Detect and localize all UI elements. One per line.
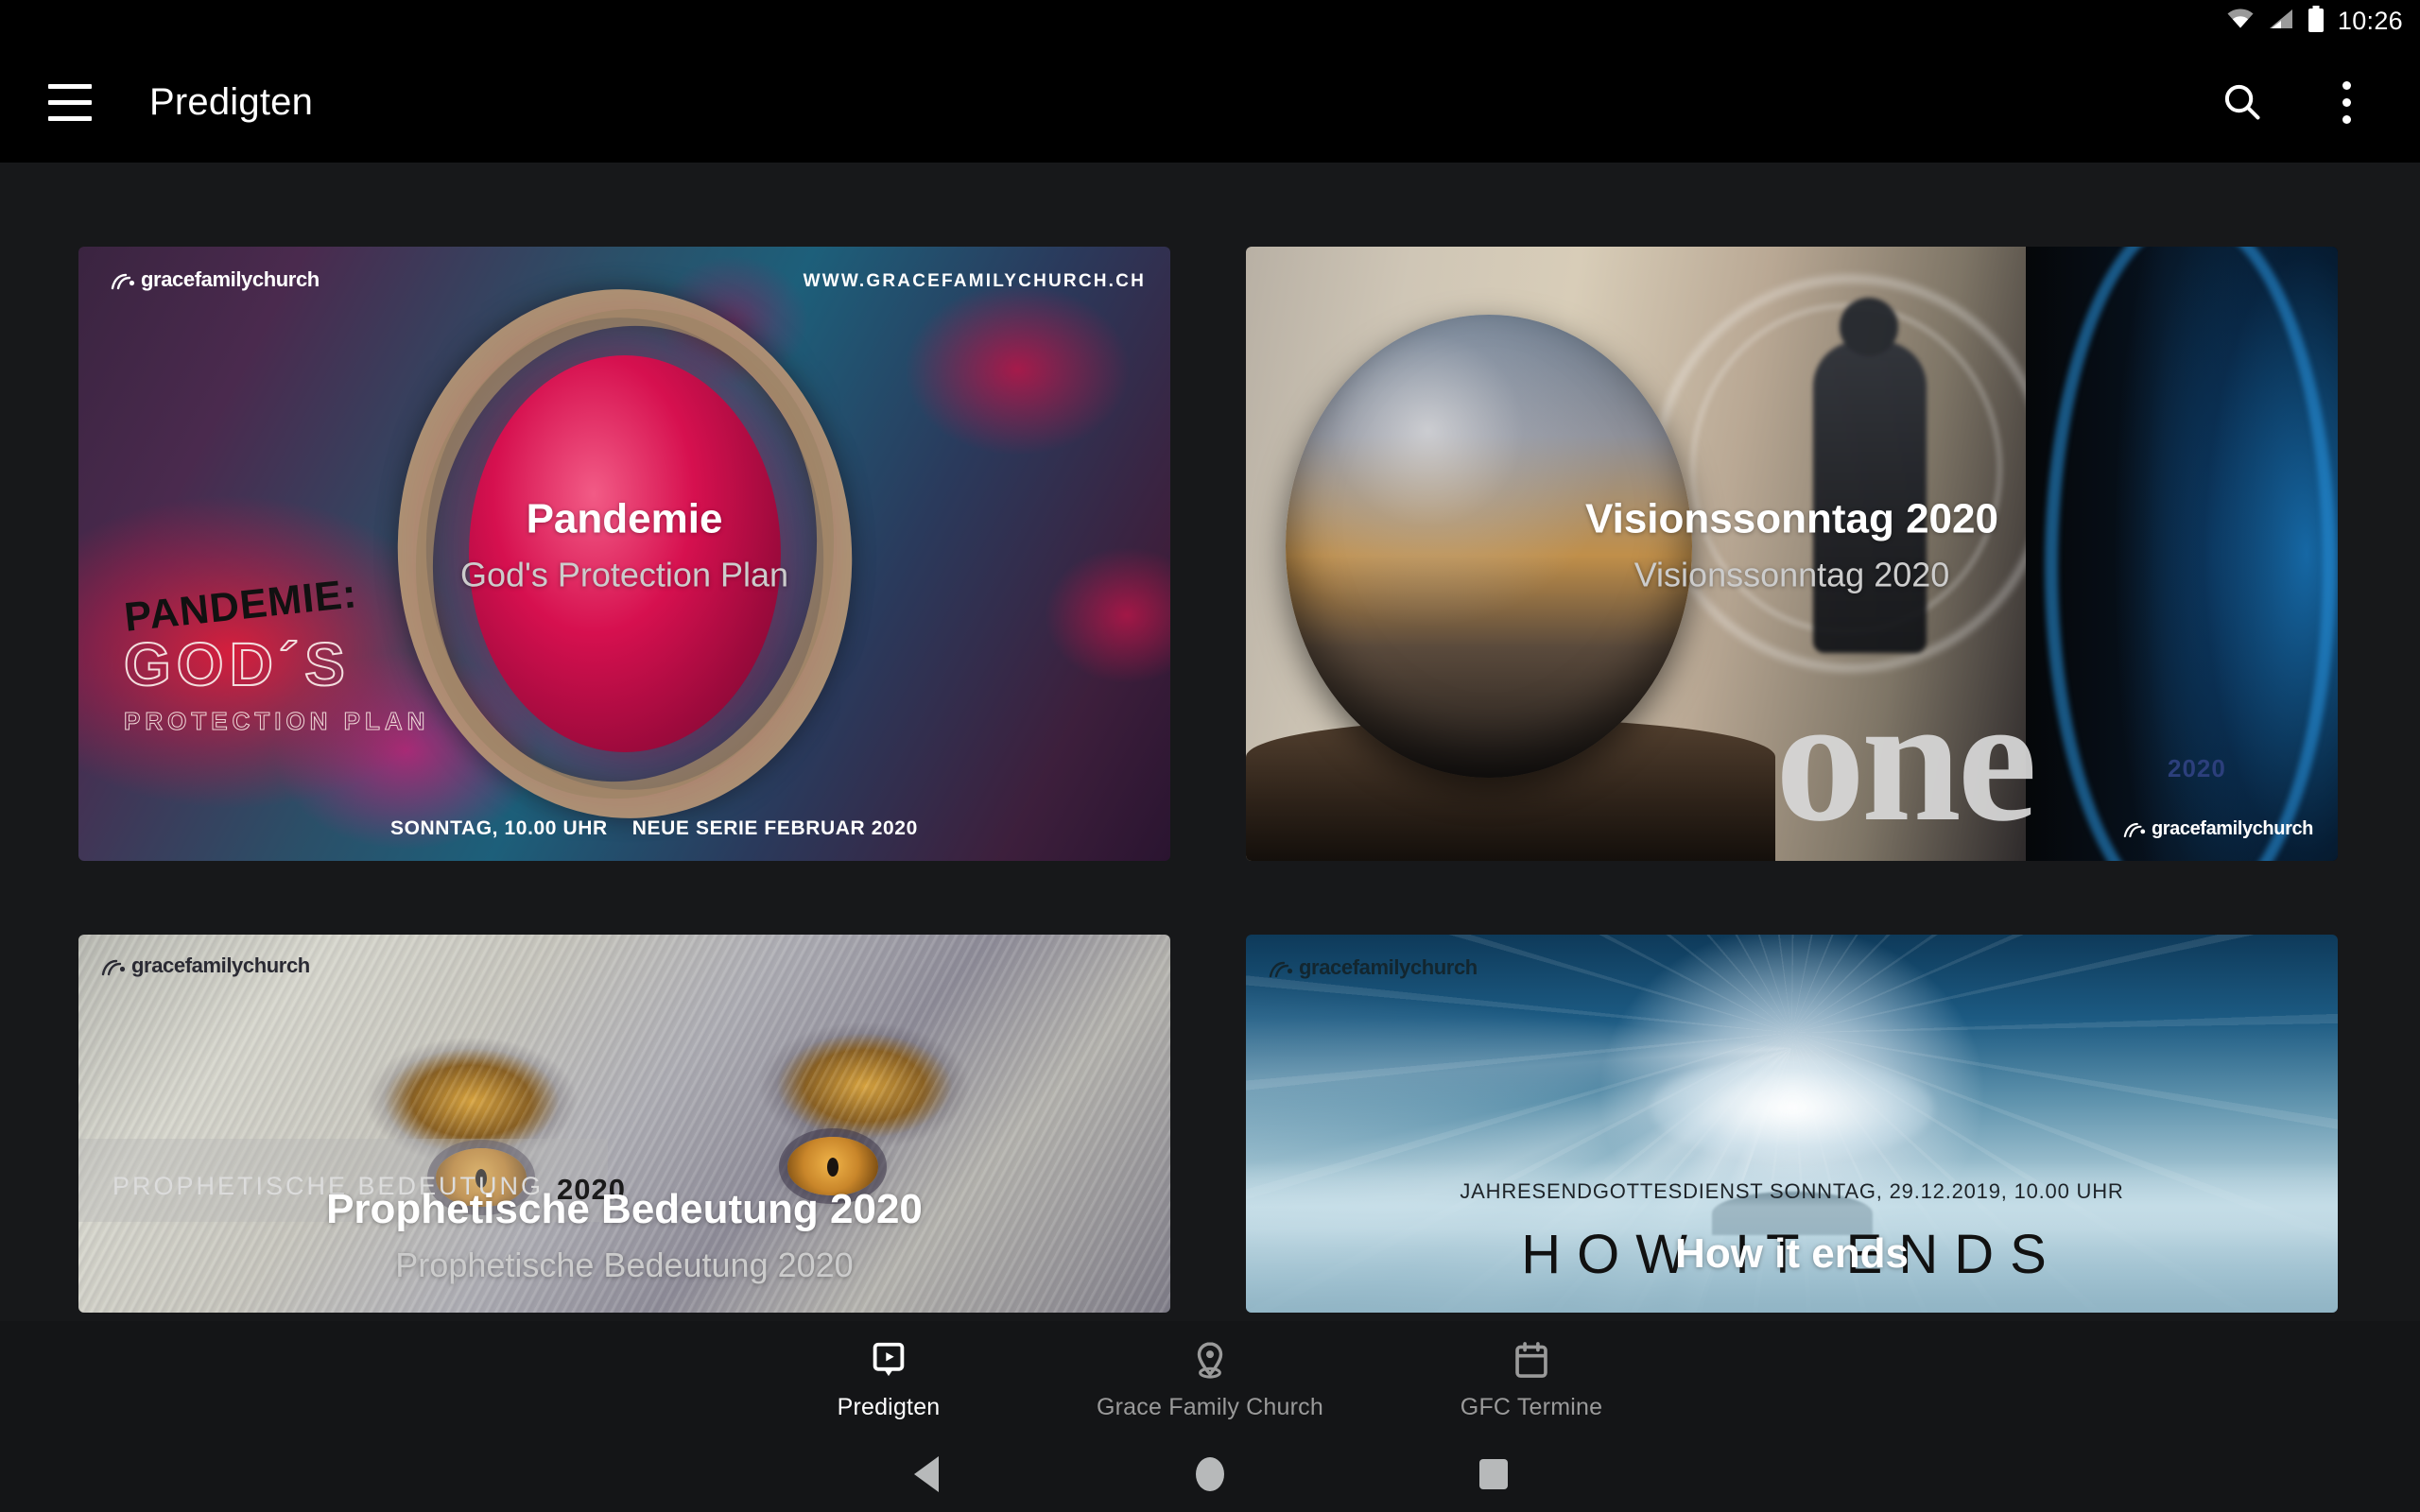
page-title: Predigten	[149, 80, 314, 123]
sermon-artwork-prophetische: gracefamilychurch PROPHETISCHE BEDEUTUNG…	[78, 935, 1170, 1313]
artwork-url: WWW.GRACEFAMILYCHURCH.CH	[803, 271, 1146, 291]
logo-wordmark: gracefamilychurch	[131, 954, 310, 977]
sermon-artwork-how-it-ends: gracefamilychurch JAHRESENDGOTTESDIENST …	[1246, 935, 2338, 1313]
tab-predigten[interactable]: Predigten	[728, 1321, 1049, 1436]
tab-grace-family-church[interactable]: Grace Family Church	[1049, 1321, 1371, 1436]
tab-label: Grace Family Church	[1097, 1393, 1323, 1420]
artwork-year: 2020	[2168, 754, 2226, 782]
app-bar-actions	[2204, 64, 2420, 140]
search-icon[interactable]	[2204, 64, 2280, 140]
hamburger-menu-icon[interactable]	[26, 59, 113, 146]
home-circle-icon[interactable]	[1068, 1436, 1352, 1512]
logo-wordmark: gracefamilychurch	[141, 267, 320, 291]
android-system-nav	[0, 1436, 2420, 1512]
cellular-signal-icon	[2268, 8, 2294, 35]
recents-square-icon[interactable]	[1352, 1436, 1635, 1512]
sermon-artwork-visionssonntag: one 2020 gracefamilychurch	[1246, 247, 2338, 861]
artwork-footer-left: SONNTAG, 10.00 UHR	[390, 817, 608, 839]
artwork-footer: SONNTAG, 10.00 UHR NEUE SERIE FEBRUAR 20…	[390, 817, 918, 840]
calendar-icon	[1510, 1337, 1553, 1384]
sermon-grid: gracefamilychurch WWW.GRACEFAMILYCHURCH.…	[78, 247, 2338, 1313]
artwork-headline-2: GOD´S	[123, 629, 351, 699]
video-presentation-icon	[867, 1337, 910, 1384]
bottom-tab-bar: Predigten Grace Family Church GFC Termin…	[0, 1321, 2420, 1436]
glass-sphere-shape	[1286, 315, 1692, 778]
gracefamilychurch-logo: gracefamilychurch	[2123, 818, 2313, 840]
hamburger-bar	[48, 115, 92, 121]
overflow-menu-icon[interactable]	[2308, 64, 2384, 140]
sermon-card[interactable]: gracefamilychurch JAHRESENDGOTTESDIENST …	[1246, 935, 2338, 1313]
battery-icon	[2308, 5, 2325, 37]
artwork-headline-3: PROTECTION PLAN	[123, 707, 430, 736]
sermon-card[interactable]: gracefamilychurch WWW.GRACEFAMILYCHURCH.…	[78, 247, 1170, 861]
sermon-card[interactable]: one 2020 gracefamilychurch Visionssonnta…	[1246, 247, 2338, 861]
lion-fur-texture	[78, 935, 1170, 1313]
hamburger-bar	[48, 99, 92, 105]
app-screen: 10:26 Predigten gracefamilychurch WWW.GR…	[0, 0, 2420, 1512]
wifi-icon	[2226, 8, 2255, 35]
status-clock: 10:26	[2337, 6, 2403, 35]
tab-label: GFC Termine	[1460, 1393, 1603, 1420]
artwork-headline: HOW IT ENDS	[1521, 1224, 2063, 1285]
artwork-wordmark: one	[1775, 660, 2037, 859]
logo-wordmark: gracefamilychurch	[1299, 955, 1478, 979]
location-pin-icon	[1188, 1337, 1232, 1384]
logo-wordmark: gracefamilychurch	[2151, 818, 2313, 839]
tab-label: Predigten	[837, 1393, 941, 1420]
content-area: gracefamilychurch WWW.GRACEFAMILYCHURCH.…	[0, 163, 2420, 1512]
sermon-artwork-pandemie: gracefamilychurch WWW.GRACEFAMILYCHURCH.…	[78, 247, 1170, 861]
artwork-year: 2020	[557, 1173, 626, 1206]
hamburger-bar	[48, 83, 92, 89]
artwork-headline-block: PANDEMIE: GOD´S PROTECTION PLAN	[122, 571, 430, 736]
artwork-date-line: JAHRESENDGOTTESDIENST SONNTAG, 29.12.201…	[1460, 1179, 2124, 1203]
cloud-shape	[1650, 1057, 1934, 1160]
artwork-caption: PROPHETISCHE BEDEUTUNG	[112, 1172, 544, 1200]
gracefamilychurch-logo: gracefamilychurch	[111, 267, 320, 292]
tab-gfc-termine[interactable]: GFC Termine	[1371, 1321, 1692, 1436]
gracefamilychurch-logo: gracefamilychurch	[101, 954, 310, 978]
status-bar: 10:26	[0, 0, 2420, 42]
artwork-footer-right: NEUE SERIE FEBRUAR 2020	[631, 817, 918, 839]
gracefamilychurch-logo: gracefamilychurch	[1269, 955, 1478, 980]
crown-of-thorns-shape	[380, 278, 869, 830]
app-bar: Predigten	[0, 42, 2420, 163]
silhouette-figure	[1813, 298, 1927, 653]
lion-eye	[787, 1137, 878, 1195]
back-triangle-icon[interactable]	[785, 1436, 1068, 1512]
sermon-card[interactable]: gracefamilychurch PROPHETISCHE BEDEUTUNG…	[78, 935, 1170, 1313]
